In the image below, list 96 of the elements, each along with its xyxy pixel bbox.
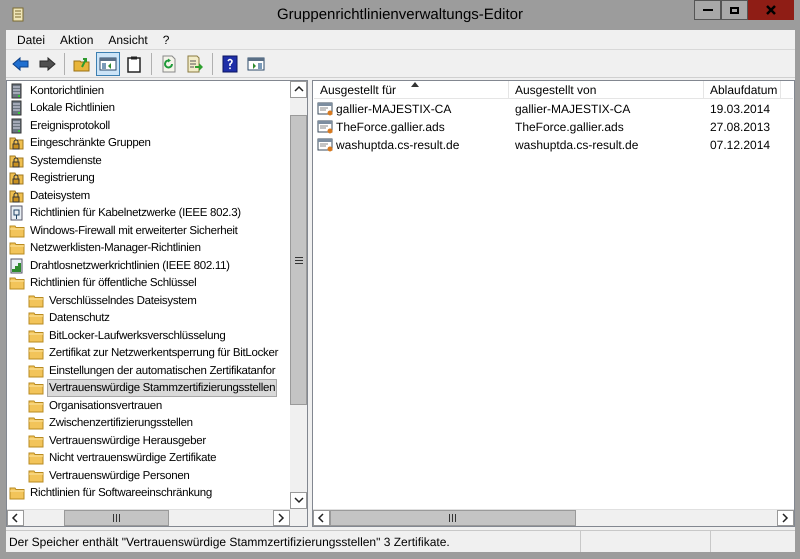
folder-icon [9, 240, 25, 256]
column-header[interactable]: Ausgestellt für [314, 81, 509, 98]
tree-item[interactable]: Systemdienste [28, 152, 104, 170]
tree-item[interactable]: Zwischenzertifizierungsstellen [47, 414, 195, 432]
maximize-button[interactable] [721, 0, 748, 20]
console-window-icon [247, 54, 265, 72]
horizontal-scrollbar[interactable] [7, 509, 290, 526]
export-list-icon [186, 54, 204, 72]
table-cell-text: gallier-MAJESTIX-CA [515, 101, 630, 118]
wireless-policy-icon [9, 258, 25, 274]
toolbar-button[interactable] [96, 52, 120, 76]
certificate-icon [317, 119, 334, 135]
menu-item[interactable]: Ansicht [108, 30, 148, 48]
tree-item[interactable]: Netzwerklisten-Manager-Richtlinien [28, 239, 203, 258]
locked-folder-icon [9, 170, 25, 186]
minimize-button[interactable] [694, 0, 721, 20]
folder-icon [9, 275, 25, 292]
scroll-left-icon[interactable] [316, 513, 326, 523]
sort-arrow-icon [411, 82, 419, 87]
locked-folder-icon [9, 152, 25, 169]
scroll-thumb[interactable] [290, 115, 307, 405]
table-cell-text: washuptda.cs-result.de [336, 137, 460, 154]
help-icon [221, 54, 239, 72]
window-title: Gruppenrichtlinienverwaltungs-Editor [276, 4, 524, 25]
table-cell-text: TheForce.gallier.ads [336, 119, 445, 136]
folder-icon [28, 292, 44, 309]
table-cell-text: TheForce.gallier.ads [515, 119, 624, 136]
table-cell-text: gallier-MAJESTIX-CA [336, 101, 452, 118]
scroll-right-icon[interactable] [780, 513, 790, 523]
column-header[interactable]: Ausgestellt von [509, 81, 704, 98]
tree-item[interactable]: Drahtlosnetzwerkrichtlinien (IEEE 802.11) [28, 256, 232, 275]
certificate-icon [317, 137, 334, 153]
clipboard-icon [125, 54, 143, 72]
grip-icon [294, 256, 302, 264]
tree-item[interactable]: Nicht vertrauenswürdige Zertifikate [47, 449, 218, 468]
tree-item[interactable]: Lokale Richtlinien [28, 99, 117, 118]
folder-icon [28, 310, 44, 326]
tree-item[interactable]: Verschlüsselndes Dateisystem [47, 292, 199, 310]
locked-folder-icon [9, 188, 25, 204]
folder-icon [28, 380, 44, 396]
tree-item[interactable]: Dateisystem [28, 186, 92, 205]
folder-icon [28, 345, 44, 362]
tree-item[interactable]: Windows-Firewall mit erweiterter Sicherheit [28, 222, 240, 240]
scroll-thumb[interactable] [64, 510, 169, 526]
scroll-thumb[interactable] [330, 510, 576, 526]
tree-item[interactable]: Ereignisprotokoll [28, 116, 112, 135]
tree-item[interactable]: Richtlinien für Softwareeinschränkung [28, 484, 214, 502]
tree-item[interactable]: Kontorichtlinien [28, 82, 106, 100]
vertical-scrollbar[interactable] [290, 81, 307, 509]
scroll-left-icon[interactable] [10, 513, 20, 523]
table-cell-text: 19.03.2014 [710, 101, 770, 118]
folder-icon [28, 398, 44, 414]
close-icon [766, 5, 776, 15]
folder-icon [28, 415, 44, 432]
scrollbar-corner [290, 509, 307, 526]
console-tree-icon [99, 54, 117, 72]
certificate-icon [317, 101, 334, 117]
folder-icon [28, 328, 44, 344]
column-header[interactable]: Ablaufdatum [704, 81, 781, 98]
menu-item[interactable]: ? [162, 30, 170, 48]
table-cell-text: 07.12.2014 [710, 137, 770, 154]
tree-item[interactable]: Richtlinien für Kabelnetzwerke (IEEE 802.3) [28, 204, 243, 222]
tree-item[interactable]: Vertrauenswürdige Stammzertifizierungsstellen [47, 379, 278, 398]
tree-item[interactable]: BitLocker-Laufwerksverschlüsselung [47, 326, 228, 345]
tree-item[interactable]: Zertifikat zur Netzwerkentsperrung für BitLocker [47, 344, 280, 362]
grip-icon [112, 514, 120, 522]
tree-item[interactable]: Datenschutz [47, 309, 112, 328]
tree-item[interactable]: Organisationsvertrauen [47, 396, 164, 415]
tree-item[interactable]: Richtlinien für öffentliche Schlüssel [28, 274, 198, 292]
folder-icon [9, 485, 25, 502]
menu-item[interactable]: Aktion [60, 30, 94, 48]
back-arrow-icon [12, 54, 30, 72]
folder-icon [28, 450, 44, 466]
tree-item[interactable]: Registrierung [28, 169, 96, 188]
scroll-up-icon[interactable] [294, 84, 304, 94]
app-icon [10, 7, 26, 23]
scroll-right-icon[interactable] [276, 513, 286, 523]
horizontal-scrollbar[interactable] [313, 509, 794, 526]
folder-icon [28, 468, 44, 484]
tree-item[interactable]: Vertrauenswürdige Personen [47, 466, 192, 485]
tree-item[interactable]: Eingeschränkte Gruppen [28, 134, 153, 152]
refresh-icon [160, 54, 178, 72]
table-cell-text: washuptda.cs-result.de [515, 137, 638, 154]
locked-folder-icon [9, 135, 25, 152]
table-cell-text: 27.08.2013 [710, 119, 770, 136]
network-policy-icon [9, 205, 25, 222]
forward-arrow-icon [38, 54, 56, 72]
scroll-down-icon[interactable] [294, 496, 304, 506]
tree-item[interactable]: Einstellungen der automatischen Zertifikatanfor [47, 362, 278, 380]
status-text: Der Speicher enthält "Vertrauenswürdige Stammzertifizierungsstellen" 3 Zertifikate. [6, 530, 580, 552]
folder-icon [28, 432, 44, 449]
folder-icon [28, 362, 44, 379]
menu-item[interactable]: Datei [17, 30, 46, 48]
grip-icon [449, 514, 456, 522]
tree-item[interactable]: Vertrauenswürdige Herausgeber [47, 432, 208, 450]
folder-icon [9, 222, 25, 239]
